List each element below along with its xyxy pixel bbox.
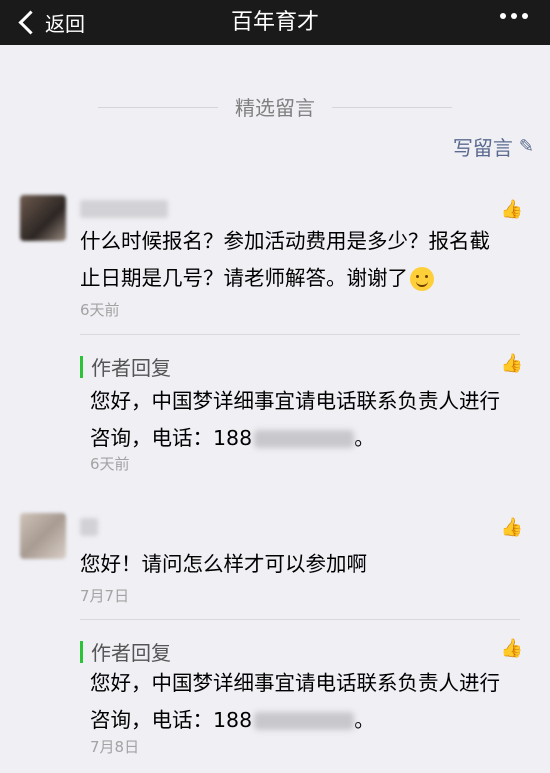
smile-emoji-icon [410,267,434,291]
top-bar: 返回 百年育才 [0,0,550,45]
pencil-icon: ✎ [518,136,534,157]
commenter-name [80,518,98,536]
reply-time: 7月8日 [90,738,140,756]
avatar[interactable] [20,195,66,241]
thumbs-up-icon[interactable]: 👍 [501,199,523,220]
reply-text: 您好，中国梦详细事宜请电话联系负责人进行咨询，电话：188。 [90,389,500,450]
author-reply-tag: 作者回复 [80,637,171,666]
author-reply-tag: 作者回复 [80,352,171,381]
comment-time: 7月7日 [80,587,130,605]
author-reply-label: 作者回复 [91,356,171,380]
more-dots-icon[interactable] [500,13,528,19]
reply-time: 6天前 [90,455,130,473]
page-title: 百年育才 [230,10,319,35]
commenter-name [80,200,168,218]
author-reply-label: 作者回复 [91,641,171,665]
reply-text: 您好，中国梦详细事宜请电话联系负责人进行咨询，电话：188。 [90,671,500,732]
write-comment-label: 写留言 [452,136,513,160]
redacted-phone [254,712,355,730]
divider [80,334,520,335]
thumbs-up-icon[interactable]: 👍 [501,353,523,374]
redacted-phone [254,430,355,448]
divider [332,107,452,108]
avatar[interactable] [20,513,66,559]
comment-time: 6天前 [80,301,120,319]
comment-text: 什么时候报名？参加活动费用是多少？报名截止日期是几号？请老师解答。谢谢了 [80,229,490,291]
divider [80,619,520,620]
thumbs-up-icon[interactable]: 👍 [501,638,523,659]
thumbs-up-icon[interactable]: 👍 [501,517,523,538]
featured-comments-header: 精选留言 [0,92,550,121]
reply-marker [80,355,83,378]
section-title: 精选留言 [235,96,315,120]
comment-text: 您好！请问怎么样才可以参加啊 [80,552,367,576]
write-comment-button[interactable]: 写留言 ✎ [453,132,534,161]
divider [98,107,218,108]
reply-marker [80,640,83,663]
